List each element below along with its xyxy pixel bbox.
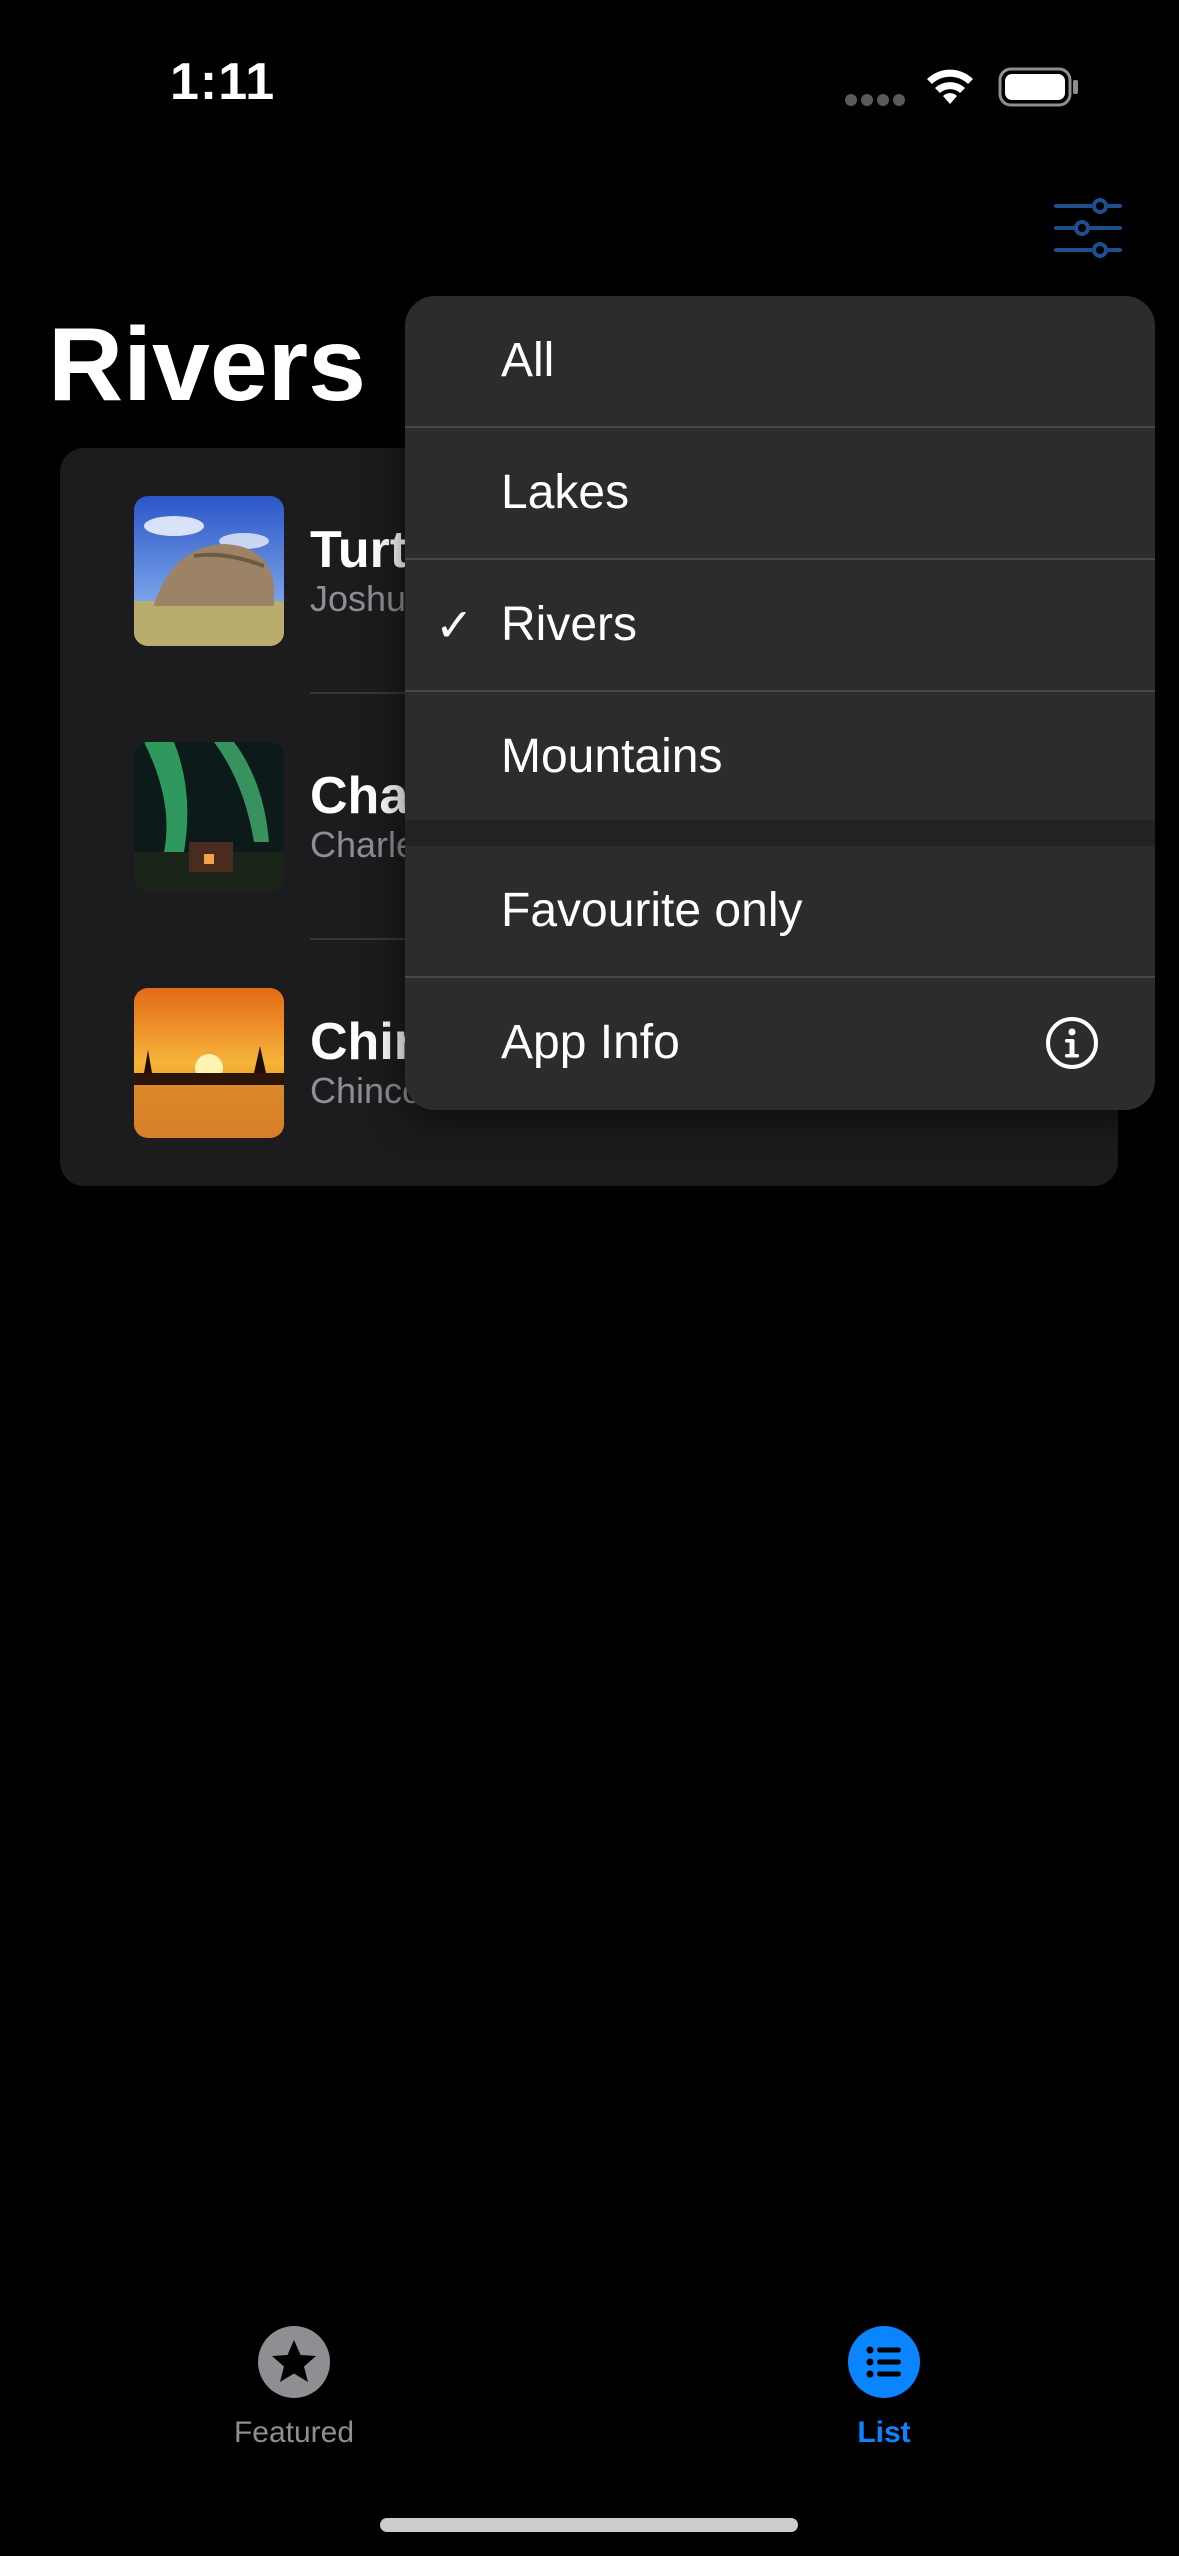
menu-item-label: All [501,334,555,387]
info-icon [1046,1017,1098,1069]
checkmark-icon: ✓ [435,599,474,651]
wifi-icon [927,69,973,104]
status-time: 1:11 [170,53,276,111]
item-title: Turt [310,521,408,579]
menu-item-lakes[interactable]: Lakes [405,428,1155,558]
menu-item-favourite-only[interactable]: Favourite only [405,846,1155,976]
menu-group-separator [405,820,1155,846]
home-indicator[interactable] [380,2518,798,2532]
star-icon [258,2326,330,2398]
tab-featured[interactable]: Featured [144,2326,444,2466]
item-subtitle: Charle [310,824,417,865]
menu-item-label: Rivers [501,598,638,651]
tab-list[interactable]: List [734,2326,1034,2466]
item-subtitle: Joshu [310,578,407,619]
list-icon [848,2326,920,2398]
menu-item-all[interactable]: All [405,296,1155,426]
menu-item-label: Lakes [501,466,630,519]
menu-item-app-info[interactable]: App Info [405,978,1155,1108]
signal-icon [845,94,905,106]
menu-item-rivers[interactable]: ✓ Rivers [405,560,1155,690]
tab-label: Featured [233,2416,355,2449]
battery-icon [998,67,1078,107]
location-thumbnail [134,496,284,646]
page-title: Rivers [48,307,366,423]
status-bar: 1:11 [0,0,1179,150]
menu-item-label: App Info [501,1016,680,1069]
filter-icon[interactable] [1052,198,1124,258]
tab-label: List [857,2416,911,2449]
location-thumbnail [134,988,284,1138]
menu-item-mountains[interactable]: Mountains [405,692,1155,822]
item-title: Chir [310,1013,414,1071]
menu-item-label: Favourite only [501,884,803,937]
location-thumbnail [134,742,284,892]
filter-menu: All Lakes ✓ Rivers Mountains Favourite o… [405,296,1155,1110]
item-title: Cha [310,767,409,825]
menu-item-label: Mountains [501,730,723,783]
